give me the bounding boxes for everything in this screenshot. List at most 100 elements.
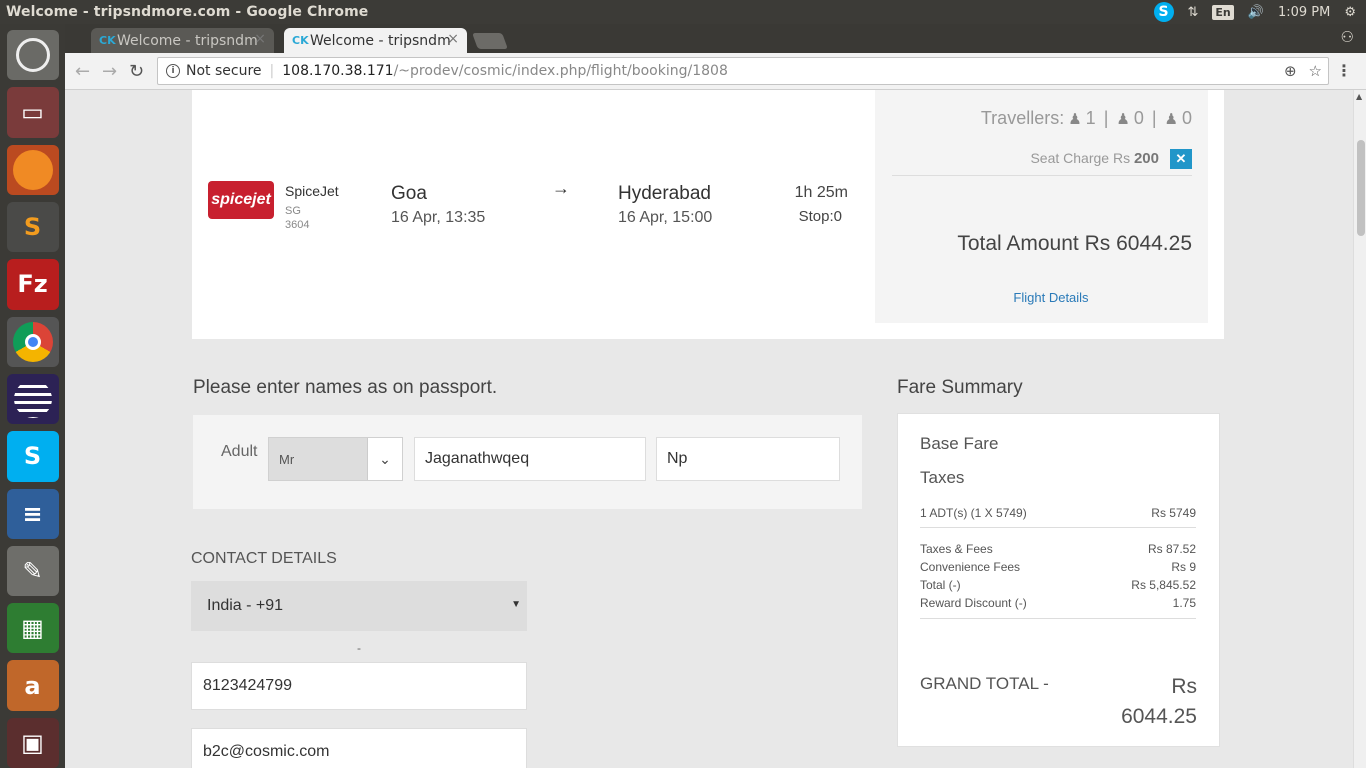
volume-icon[interactable]: 🔊 (1248, 5, 1264, 20)
chrome-menu-icon[interactable]: ⋮ (1336, 61, 1352, 80)
site-favicon-icon: CK (99, 34, 116, 47)
title-value: Mr (279, 452, 295, 467)
site-favicon-icon: CK (292, 34, 309, 47)
phone-input[interactable] (191, 662, 527, 710)
security-label[interactable]: Not secure (186, 63, 262, 79)
bookmark-star-icon[interactable]: ☆ (1309, 62, 1322, 80)
url-host: 108.170.38.171 (282, 63, 394, 79)
skype-tray-icon[interactable]: S (1153, 2, 1174, 22)
sublime-text-icon[interactable]: S (6, 201, 59, 253)
chevron-down-icon[interactable]: ⌄ (367, 438, 402, 480)
origin-city: Goa (391, 183, 427, 204)
amazon-icon[interactable]: a (6, 660, 59, 711)
firefox-icon[interactable] (6, 144, 59, 195)
last-name-input[interactable] (656, 437, 840, 481)
tab-close-icon[interactable]: × (254, 31, 266, 47)
email-input[interactable] (191, 728, 527, 768)
travellers-summary: Travellers: ♟ 1 | ♟ 0 | ♟ 0 (981, 108, 1192, 129)
back-arrow-icon[interactable]: ← (75, 61, 90, 82)
filezilla-icon[interactable]: Fz (6, 259, 59, 310)
fare-row: 1 ADT(s) (1 X 5749) Rs 5749 (920, 506, 1196, 520)
tab-active[interactable]: CK Welcome - tripsndm × (284, 28, 467, 53)
reload-icon[interactable]: ↻ (129, 61, 144, 82)
network-icon[interactable]: ⇅ (1188, 5, 1199, 20)
browser-toolbar: ← → ↻ i Not secure | 108.170.38.171 /~pr… (65, 53, 1366, 90)
travellers-label: Travellers: (980, 108, 1065, 128)
writer-icon[interactable]: ≡ (6, 488, 59, 539)
remove-seat-close-icon[interactable]: ✕ (1170, 149, 1192, 169)
price-panel: Travellers: ♟ 1 | ♟ 0 | ♟ 0 Seat Charge … (875, 90, 1208, 323)
fare-row-value: Rs 5749 (1151, 506, 1196, 520)
adult-icon: ♟ (1068, 110, 1082, 128)
seat-charge: Seat Charge Rs 200 (1030, 150, 1159, 167)
address-bar[interactable]: i Not secure | 108.170.38.171 /~prodev/c… (157, 57, 1329, 85)
zoom-icon[interactable]: ⊕ (1284, 62, 1297, 80)
page-scrollbar[interactable]: ▲ (1353, 90, 1366, 768)
incognito-profile-icon[interactable]: ⚇ (1341, 28, 1354, 46)
omnibox-actions: ⊕ ☆ (1284, 62, 1322, 80)
text-editor-icon[interactable]: ✎ (6, 545, 59, 597)
forward-arrow-icon[interactable]: → (102, 61, 117, 82)
seat-charge-value: 200 (1133, 150, 1159, 167)
ubuntu-dash-icon[interactable] (6, 30, 59, 81)
divider (920, 618, 1196, 619)
infant-icon: ♟ (1164, 110, 1178, 128)
airline-code: SG (285, 205, 301, 217)
os-top-bar: Welcome - tripsndmore.com - Google Chrom… (0, 0, 1366, 24)
flight-duration: 1h 25m (794, 184, 848, 201)
separator: | (1103, 108, 1109, 128)
grand-total-label: GRAND TOTAL - (920, 674, 1049, 693)
fare-row-value: Rs 87.52 (1147, 542, 1196, 556)
first-name-input[interactable] (414, 437, 646, 481)
fare-row-label: 1 ADT(s) (1 X 5749) (920, 506, 1027, 520)
new-tab-button[interactable] (472, 33, 508, 49)
fare-row-value: Rs 9 (1171, 560, 1196, 574)
taxes-label[interactable]: Taxes (920, 468, 964, 488)
child-count: 0 (1133, 108, 1144, 128)
skype-icon[interactable]: S (6, 431, 59, 482)
fare-row-value: Rs 5,845.52 (1131, 578, 1196, 592)
fare-row: Taxes & Fees Rs 87.52 (920, 542, 1196, 556)
tab-inactive[interactable]: CK Welcome - tripsndm × (91, 28, 274, 53)
settings-gear-icon[interactable]: ⚙ (1344, 5, 1356, 20)
fare-row-label: Reward Discount (-) (920, 596, 1027, 610)
flight-details-link[interactable]: Flight Details (875, 290, 1227, 305)
scrollbar-thumb[interactable] (1357, 140, 1365, 236)
contact-heading: CONTACT DETAILS (191, 550, 337, 567)
scroll-up-icon[interactable]: ▲ (1356, 92, 1362, 101)
calc-icon[interactable]: ▦ (6, 603, 59, 654)
fare-summary-box: Base Fare Taxes 1 ADT(s) (1 X 5749) Rs 5… (897, 413, 1220, 747)
launcher: ▭ S Fz S ≡ ✎ ▦ a ▣ (0, 24, 65, 768)
right-arrow-icon: → (552, 178, 570, 198)
separator: | (1151, 108, 1157, 128)
grand-total-value: Rs 6044.25 (1077, 672, 1197, 732)
eclipse-icon[interactable] (6, 373, 59, 425)
fare-row-label: Taxes & Fees (920, 542, 993, 556)
flight-number: 3604 (285, 219, 310, 231)
window-title: Welcome - tripsndmore.com - Google Chrom… (6, 4, 369, 20)
total-amount: Total Amount Rs 6044.25 (957, 232, 1192, 255)
caret-down-icon: ▼ (511, 599, 521, 610)
tab-close-icon[interactable]: × (447, 31, 459, 47)
fare-row-value: 1.75 (1172, 596, 1196, 610)
divider (920, 527, 1196, 528)
tab-label: Welcome - tripsndm (310, 32, 451, 49)
chrome-icon[interactable] (6, 316, 59, 367)
divider (892, 175, 1192, 176)
keyboard-layout-indicator[interactable]: En (1212, 4, 1234, 20)
country-code-select[interactable]: India - +91 ▼ (191, 581, 527, 631)
base-fare-label[interactable]: Base Fare (920, 434, 998, 454)
phone-dash: - (357, 641, 361, 655)
grand-total-currency: Rs (1171, 675, 1197, 698)
seat-charge-label: Seat Charge Rs (1030, 150, 1131, 166)
grand-total-amount: 6044.25 (1121, 705, 1197, 728)
info-icon[interactable]: i (166, 64, 180, 78)
title-select[interactable]: Mr ⌄ (268, 437, 403, 481)
clock[interactable]: 1:09 PM (1278, 5, 1330, 20)
fare-row-label: Convenience Fees (920, 560, 1021, 574)
arrival-time: 16 Apr, 15:00 (618, 209, 713, 226)
spicejet-logo: spicejet (208, 181, 274, 219)
files-icon[interactable]: ▭ (6, 87, 59, 138)
passport-heading: Please enter names as on passport. (193, 377, 498, 398)
screenshot-icon[interactable]: ▣ (6, 717, 59, 768)
